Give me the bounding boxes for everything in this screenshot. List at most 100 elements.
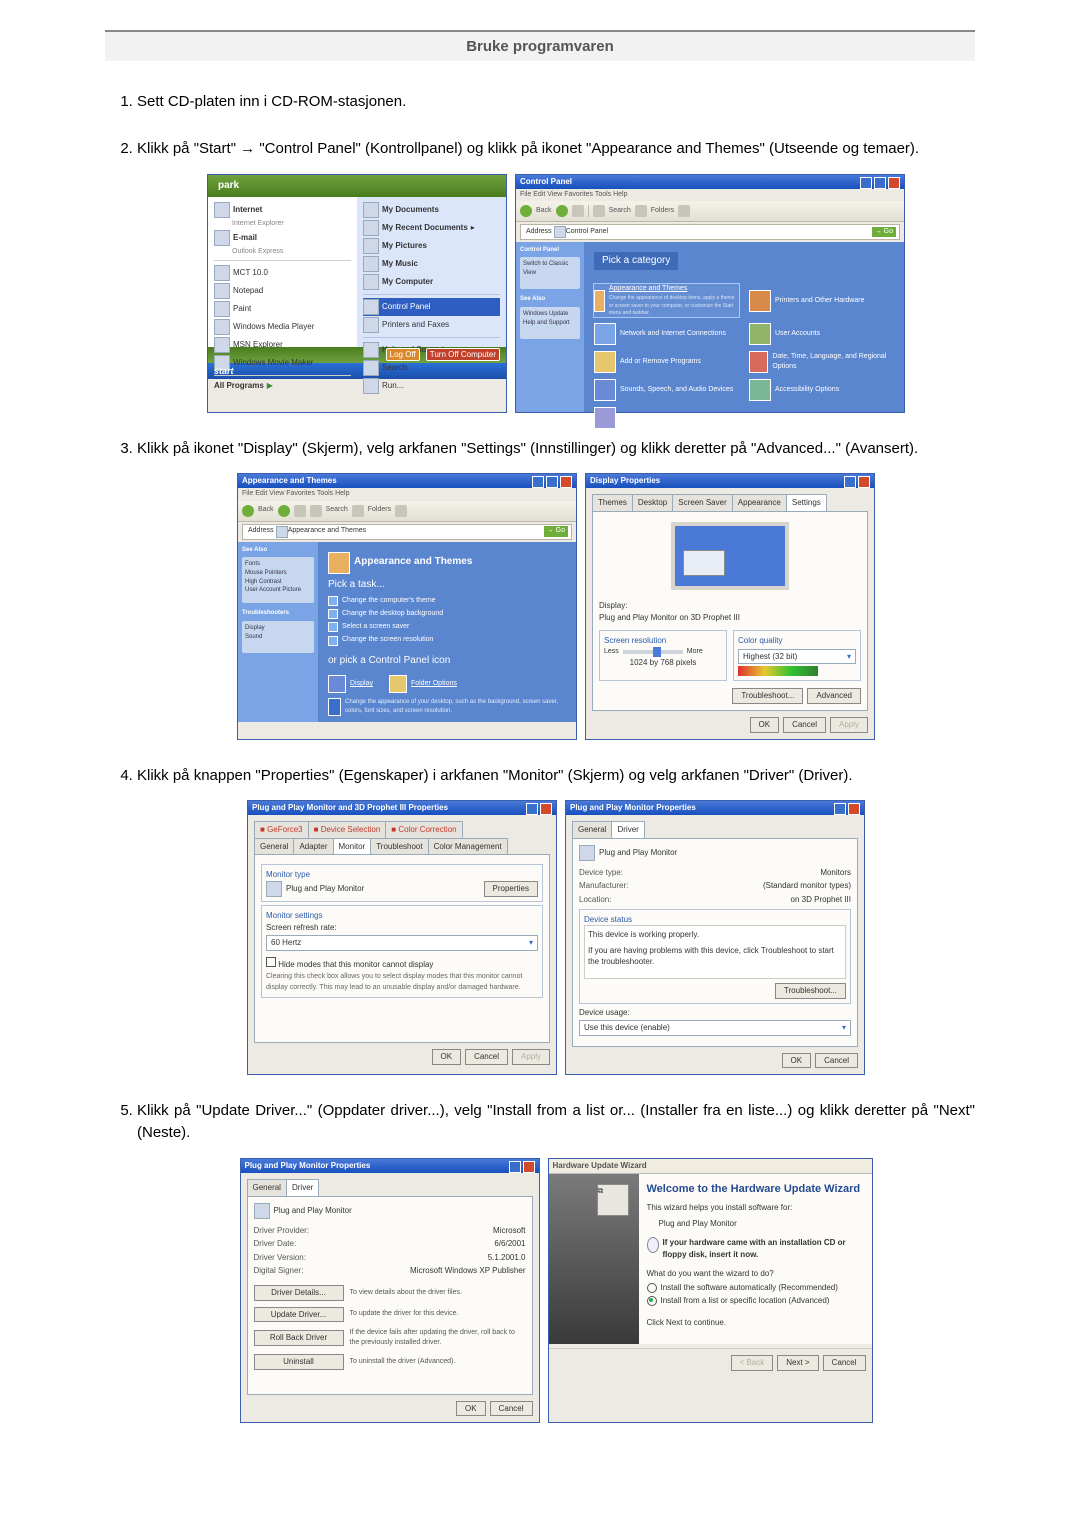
cp-category[interactable]: Add or Remove Programs — [594, 351, 739, 373]
tab-devsel[interactable]: ■ Device Selection — [308, 821, 387, 838]
ok-button[interactable]: OK — [432, 1049, 462, 1065]
start-item[interactable]: My Recent Documents ▸ — [363, 219, 500, 237]
tab-themes[interactable]: Themes — [592, 494, 633, 511]
advanced-button[interactable]: Advanced — [807, 688, 861, 704]
start-item[interactable]: MSN Explorer — [214, 336, 351, 354]
close-icon[interactable] — [560, 476, 572, 488]
cp-icon-link[interactable]: Folder Options — [389, 675, 457, 693]
control-panel-item[interactable]: Control Panel — [363, 298, 500, 316]
views-icon[interactable] — [395, 505, 407, 517]
appearance-category[interactable]: Appearance and ThemesChange the appearan… — [594, 284, 739, 317]
cp-category[interactable]: Accessibility Options — [749, 379, 894, 401]
start-item[interactable]: Windows Media Player — [214, 318, 351, 336]
device-usage-select[interactable]: Use this device (enable)▾ — [579, 1020, 851, 1036]
tab-colormgmt[interactable]: Color Management — [428, 838, 508, 855]
properties-button[interactable]: Properties — [484, 881, 538, 897]
up-icon[interactable] — [572, 205, 584, 217]
radio-auto[interactable]: Install the software automatically (Reco… — [647, 1282, 864, 1294]
close-icon[interactable] — [848, 803, 860, 815]
tab-appearance[interactable]: Appearance — [732, 494, 787, 511]
search-icon[interactable] — [310, 505, 322, 517]
start-item[interactable]: My Documents — [363, 201, 500, 219]
fwd-icon[interactable] — [278, 505, 290, 517]
start-item[interactable]: Internet — [214, 201, 351, 219]
address-bar[interactable]: Address Appearance and Themes → Go — [242, 524, 572, 540]
tab-desktop[interactable]: Desktop — [632, 494, 673, 511]
start-item[interactable]: Notepad — [214, 282, 351, 300]
start-item[interactable]: My Computer — [363, 273, 500, 291]
tab-driver[interactable]: Driver — [286, 1179, 319, 1196]
update-driver-button[interactable]: Update Driver... — [254, 1307, 344, 1323]
task-link[interactable]: Change the screen resolution — [328, 635, 566, 645]
tab-geforce[interactable]: ■ GeForce3 — [254, 821, 309, 838]
sidebar-box[interactable]: Display Sound — [242, 621, 314, 653]
sidebar-box[interactable]: Fonts Mouse Pointers High Contrast User … — [242, 557, 314, 603]
next-button[interactable]: Next > — [777, 1355, 818, 1371]
rollback-driver-button[interactable]: Roll Back Driver — [254, 1330, 344, 1346]
logoff-button[interactable]: Log Off — [386, 348, 420, 362]
help-icon[interactable] — [526, 803, 538, 815]
close-icon[interactable] — [540, 803, 552, 815]
apply-button[interactable]: Apply — [830, 717, 868, 733]
apply-button[interactable]: Apply — [512, 1049, 550, 1065]
radio-list[interactable]: Install from a list or specific location… — [647, 1295, 864, 1307]
cp-category[interactable]: Performance and Maintenance — [594, 407, 739, 429]
tab-settings[interactable]: Settings — [786, 494, 827, 511]
troubleshoot-button[interactable]: Troubleshoot... — [775, 983, 846, 999]
task-link[interactable]: Change the desktop background — [328, 609, 566, 619]
search-icon[interactable] — [593, 205, 605, 217]
tab-colorcorr[interactable]: ■ Color Correction — [385, 821, 462, 838]
toolbar[interactable]: Back Search Folders — [238, 501, 576, 522]
close-icon[interactable] — [523, 1161, 535, 1173]
back-icon[interactable] — [242, 505, 254, 517]
start-item[interactable]: Printers and Faxes — [363, 316, 500, 334]
start-item[interactable]: Paint — [214, 300, 351, 318]
start-item[interactable]: My Pictures — [363, 237, 500, 255]
cancel-button[interactable]: Cancel — [783, 717, 826, 733]
hide-modes-checkbox[interactable] — [266, 957, 276, 967]
start-item[interactable]: MCT 10.0 — [214, 264, 351, 282]
ok-button[interactable]: OK — [750, 717, 780, 733]
sidebar-link[interactable]: Windows Update Help and Support — [520, 307, 580, 339]
cp-category[interactable]: Date, Time, Language, and Regional Optio… — [749, 351, 894, 373]
cp-category[interactable]: Printers and Other Hardware — [749, 284, 894, 317]
ok-button[interactable]: OK — [456, 1401, 486, 1417]
views-icon[interactable] — [678, 205, 690, 217]
driver-details-button[interactable]: Driver Details... — [254, 1285, 344, 1301]
help-icon[interactable] — [834, 803, 846, 815]
menubar[interactable]: File Edit View Favorites Tools Help — [516, 189, 904, 201]
min-icon[interactable] — [532, 476, 544, 488]
min-icon[interactable] — [860, 177, 872, 189]
help-icon[interactable] — [509, 1161, 521, 1173]
cancel-button[interactable]: Cancel — [815, 1053, 858, 1069]
cancel-button[interactable]: Cancel — [823, 1355, 866, 1371]
address-bar[interactable]: Address Control Panel → Go — [520, 224, 900, 240]
folders-icon[interactable] — [352, 505, 364, 517]
tab-driver[interactable]: Driver — [611, 821, 644, 838]
tab-general[interactable]: General — [254, 838, 294, 855]
tab-screensaver[interactable]: Screen Saver — [672, 494, 732, 511]
folders-icon[interactable] — [635, 205, 647, 217]
tab-general[interactable]: General — [247, 1179, 287, 1196]
back-button[interactable]: < Back — [731, 1355, 774, 1371]
menubar[interactable]: File Edit View Favorites Tools Help — [238, 488, 576, 500]
up-icon[interactable] — [294, 505, 306, 517]
cp-category[interactable]: Network and Internet Connections — [594, 323, 739, 345]
task-link[interactable]: Select a screen saver — [328, 622, 566, 632]
help-icon[interactable] — [844, 476, 856, 488]
task-link[interactable]: Change the computer's theme — [328, 596, 566, 606]
max-icon[interactable] — [546, 476, 558, 488]
start-item[interactable]: E-mail — [214, 229, 351, 247]
tab-adapter[interactable]: Adapter — [293, 838, 333, 855]
start-item[interactable]: Windows Movie Maker — [214, 354, 351, 372]
tab-general[interactable]: General — [572, 821, 612, 838]
cancel-button[interactable]: Cancel — [465, 1049, 508, 1065]
tab-troubleshoot[interactable]: Troubleshoot — [370, 838, 428, 855]
tab-monitor[interactable]: Monitor — [333, 838, 372, 855]
close-icon[interactable] — [888, 177, 900, 189]
all-programs[interactable]: All Programs ▶ — [214, 379, 351, 393]
cp-category[interactable]: Sounds, Speech, and Audio Devices — [594, 379, 739, 401]
cancel-button[interactable]: Cancel — [490, 1401, 533, 1417]
resolution-slider[interactable]: Less More — [604, 647, 722, 657]
sidebar-link[interactable]: Switch to Classic View — [520, 257, 580, 289]
